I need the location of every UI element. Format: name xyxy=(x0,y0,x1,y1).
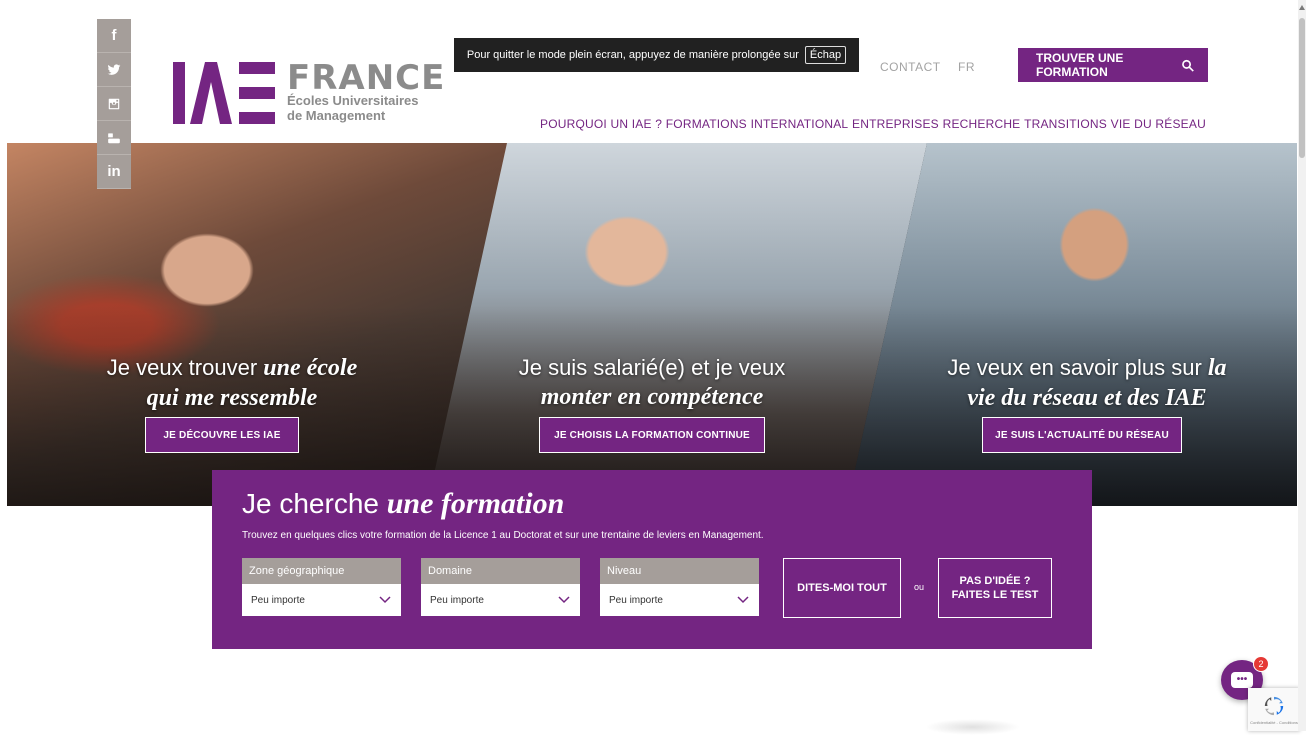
fullscreen-notice-text: Pour quitter le mode plein écran, appuye… xyxy=(466,49,799,61)
filter-niveau-value: Peu importe xyxy=(609,594,663,606)
filter-domaine-select[interactable]: Peu importe xyxy=(421,584,580,616)
recaptcha-text: Confidentialité - Conditions xyxy=(1250,719,1298,725)
hero-slogan-1-em2: qui me ressemble xyxy=(146,385,318,411)
filter-niveau-label: Niveau xyxy=(600,558,759,584)
hero-slogan-2-em2: monter en compétence xyxy=(540,384,764,410)
filter-zone-value: Peu importe xyxy=(251,594,305,606)
search-title-plain: Je cherche xyxy=(242,488,387,519)
nav-item-entreprises[interactable]: ENTREPRISES xyxy=(852,117,939,131)
find-formation-button[interactable]: TROUVER UNE FORMATION xyxy=(1018,48,1208,82)
take-test-line1: PAS D'IDÉE ? xyxy=(959,575,1031,587)
hero-slogan-1-em1: une école xyxy=(263,355,358,381)
fullscreen-exit-notice: Pour quitter le mode plein écran, appuye… xyxy=(454,38,859,72)
chevron-down-icon xyxy=(379,596,391,604)
filter-domaine-value: Peu importe xyxy=(430,594,484,606)
logo-brand: FRANCE xyxy=(287,58,446,98)
filter-domaine[interactable]: Domaine Peu importe xyxy=(421,558,580,616)
contact-link[interactable]: CONTACT xyxy=(880,60,941,74)
or-separator: ou xyxy=(914,582,925,592)
recaptcha-badge[interactable]: Confidentialité - Conditions xyxy=(1248,688,1300,731)
linkedin-icon[interactable]: in xyxy=(97,155,131,189)
hero-slogan-1-plain: Je veux trouver xyxy=(106,355,264,380)
take-test-button[interactable]: PAS D'IDÉE ? FAITES LE TEST xyxy=(938,558,1052,618)
language-selector[interactable]: FR xyxy=(958,60,975,74)
filter-zone[interactable]: Zone géographique Peu importe xyxy=(242,558,401,616)
nav-item-international[interactable]: INTERNATIONAL xyxy=(751,117,849,131)
search-filters: Zone géographique Peu importe Domaine Pe… xyxy=(242,558,779,616)
logo-text: FRANCE Écoles Universitaires de Manageme… xyxy=(287,58,446,123)
iae-logo-mark-icon xyxy=(173,60,277,126)
logo-line2: de Management xyxy=(287,108,386,123)
hero-slogan-3-em1: la xyxy=(1207,355,1227,381)
hero-slogan-2-plain: Je suis salarié(e) et je veux xyxy=(518,355,786,380)
hero-slogan-3-plain: Je veux en savoir plus sur xyxy=(947,355,1208,380)
scrollbar-thumb[interactable] xyxy=(1299,18,1305,158)
site-logo[interactable]: FRANCE Écoles Universitaires de Manageme… xyxy=(173,60,445,126)
hero-slogan-3: Je veux en savoir plus sur la vie du rés… xyxy=(927,353,1247,413)
take-test-line2: FAITES LE TEST xyxy=(951,589,1039,601)
filter-zone-label: Zone géographique xyxy=(242,558,401,584)
nav-item-vie-du-reseau[interactable]: VIE DU RÉSEAU xyxy=(1111,117,1206,131)
instagram-icon[interactable] xyxy=(97,87,131,121)
submit-search-button[interactable]: DITES-MOI TOUT xyxy=(783,558,901,618)
recaptcha-icon xyxy=(1264,696,1284,715)
chevron-down-icon xyxy=(558,596,570,604)
hero-slogan-3-em2: vie du réseau et des IAE xyxy=(967,385,1207,411)
search-icon xyxy=(1181,59,1194,72)
escape-key-hint: Échap xyxy=(804,46,847,64)
filter-niveau[interactable]: Niveau Peu importe xyxy=(600,558,759,616)
formation-search-panel: Je cherche une formation Trouvez en quel… xyxy=(212,470,1092,649)
filter-niveau-select[interactable]: Peu importe xyxy=(600,584,759,616)
nav-item-formations[interactable]: FORMATIONS xyxy=(666,117,747,131)
facebook-icon[interactable]: f xyxy=(97,19,131,53)
chat-bubble-icon: ••• xyxy=(1231,672,1253,688)
filter-domaine-label: Domaine xyxy=(421,558,580,584)
search-title: Je cherche une formation xyxy=(242,488,1062,520)
continuing-education-button[interactable]: JE CHOISIS LA FORMATION CONTINUE xyxy=(539,417,765,453)
nav-item-recherche[interactable]: RECHERCHE xyxy=(943,117,1021,131)
hero-slogan-1: Je veux trouver une école qui me ressemb… xyxy=(87,353,377,413)
nav-item-transitions[interactable]: TRANSITIONS xyxy=(1024,117,1107,131)
search-subtitle: Trouvez en quelques clics votre formatio… xyxy=(242,530,764,541)
find-formation-label: TROUVER UNE FORMATION xyxy=(1036,51,1124,79)
page-scrollbar[interactable] xyxy=(1298,0,1306,731)
chat-notification-badge: 2 xyxy=(1253,656,1269,672)
youtube-icon[interactable] xyxy=(97,121,131,155)
hero-slogan-2: Je suis salarié(e) et je veux monter en … xyxy=(497,353,807,412)
chevron-down-icon xyxy=(737,596,749,604)
main-navigation: POURQUOI UN IAE ? FORMATIONS INTERNATION… xyxy=(540,117,1206,131)
search-title-em: une formation xyxy=(386,487,565,520)
scroll-up-arrow-icon[interactable] xyxy=(1299,5,1305,10)
network-news-button[interactable]: JE SUIS L'ACTUALITÉ DU RÉSEAU xyxy=(982,417,1182,453)
decorative-shadow xyxy=(925,719,1020,735)
discover-iae-button[interactable]: JE DÉCOUVRE LES IAE xyxy=(145,417,299,453)
social-sidebar: f in xyxy=(97,19,131,189)
filter-zone-select[interactable]: Peu importe xyxy=(242,584,401,616)
nav-item-pourquoi[interactable]: POURQUOI UN IAE ? xyxy=(540,117,662,131)
twitter-icon[interactable] xyxy=(97,53,131,87)
hero-banner: Je veux trouver une école qui me ressemb… xyxy=(7,143,1297,506)
